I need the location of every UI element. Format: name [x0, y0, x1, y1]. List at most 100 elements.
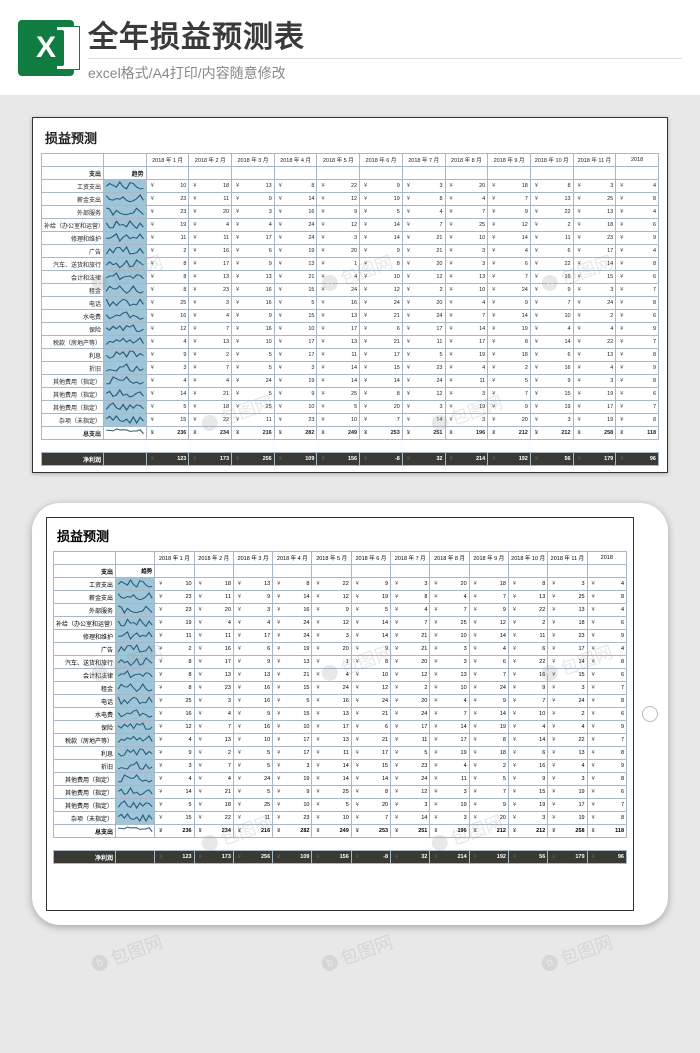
- value-cell: ¥4: [317, 271, 360, 284]
- value-cell: ¥20: [312, 643, 351, 656]
- value-cell: ¥7: [488, 271, 531, 284]
- sparkline-cell: [116, 643, 155, 656]
- value-cell: ¥7: [430, 708, 469, 721]
- table-row: 其他费用（指定）¥4¥4¥24¥19¥14¥14¥24¥11¥5¥9¥3¥8: [42, 375, 659, 388]
- value-cell: ¥9: [155, 747, 194, 760]
- value-cell: ¥13: [508, 591, 547, 604]
- value-cell: ¥4: [189, 375, 232, 388]
- value-cell: ¥18: [488, 180, 531, 193]
- table-row: 外部服务¥23¥20¥3¥16¥9¥5¥4¥7¥9¥22¥13¥4: [42, 206, 659, 219]
- trend-header: 趋势: [116, 565, 155, 578]
- value-cell: ¥20: [391, 656, 430, 669]
- value-cell: ¥6: [587, 786, 626, 799]
- value-cell: ¥24: [402, 375, 445, 388]
- value-cell: ¥18: [548, 617, 587, 630]
- value-cell: ¥13: [317, 310, 360, 323]
- excel-icon-letter: X: [28, 30, 64, 66]
- value-cell: ¥21: [351, 734, 390, 747]
- table-row: 会计和法律¥8¥13¥13¥21¥4¥10¥12¥13¥7¥16¥15¥6: [54, 669, 627, 682]
- sparkline-cell: [104, 219, 147, 232]
- value-cell: ¥9: [273, 786, 312, 799]
- sparkline-cell: [104, 284, 147, 297]
- value-cell: ¥24: [391, 773, 430, 786]
- value-cell: ¥3: [548, 578, 587, 591]
- value-cell: ¥17: [548, 799, 587, 812]
- value-cell: ¥14: [274, 193, 317, 206]
- row-label: 水电费: [54, 708, 116, 721]
- value-cell: ¥21: [351, 708, 390, 721]
- row-label: 修理和维护: [42, 232, 104, 245]
- value-cell: ¥13: [232, 271, 275, 284]
- section-label: 支出: [54, 565, 116, 578]
- value-cell: ¥19: [445, 349, 488, 362]
- value-cell: ¥11: [155, 630, 194, 643]
- value-cell: ¥23: [146, 206, 189, 219]
- value-cell: ¥20: [360, 401, 403, 414]
- value-cell: ¥14: [508, 734, 547, 747]
- value-cell: ¥8: [530, 180, 573, 193]
- value-cell: ¥5: [232, 388, 275, 401]
- value-cell: ¥24: [391, 708, 430, 721]
- value-cell: ¥5: [360, 206, 403, 219]
- table-row: 薪金支出¥23¥11¥9¥14¥12¥19¥8¥4¥7¥13¥25¥8: [42, 193, 659, 206]
- table-row: 修理和维护¥11¥11¥17¥24¥3¥14¥21¥10¥14¥11¥23¥9: [54, 630, 627, 643]
- value-cell: ¥3: [146, 362, 189, 375]
- value-cell: ¥14: [469, 630, 508, 643]
- value-cell: ¥9: [312, 604, 351, 617]
- value-cell: ¥13: [189, 336, 232, 349]
- table-row: 税款（房地产等）¥4¥13¥10¥17¥13¥21¥11¥17¥8¥14¥22¥…: [42, 336, 659, 349]
- table-row: 广告¥2¥16¥6¥19¥20¥9¥21¥3¥4¥6¥17¥4: [54, 643, 627, 656]
- value-cell: ¥19: [573, 414, 616, 427]
- value-cell: ¥17: [273, 747, 312, 760]
- row-label: 税款（房地产等）: [42, 336, 104, 349]
- value-cell: ¥19: [351, 591, 390, 604]
- value-cell: ¥11: [146, 232, 189, 245]
- row-label: 利息: [42, 349, 104, 362]
- sparkline-cell: [116, 591, 155, 604]
- value-cell: ¥10: [360, 271, 403, 284]
- value-cell: ¥4: [548, 760, 587, 773]
- value-cell: ¥5: [273, 695, 312, 708]
- value-cell: ¥20: [194, 604, 233, 617]
- excel-icon: X: [18, 20, 74, 76]
- value-cell: ¥8: [616, 414, 659, 427]
- value-cell: ¥3: [312, 630, 351, 643]
- value-cell: ¥3: [573, 180, 616, 193]
- value-cell: ¥16: [317, 297, 360, 310]
- value-cell: ¥9: [587, 630, 626, 643]
- value-cell: ¥4: [155, 734, 194, 747]
- value-cell: ¥19: [155, 617, 194, 630]
- value-cell: ¥22: [548, 734, 587, 747]
- value-cell: ¥3: [391, 578, 430, 591]
- value-cell: ¥25: [146, 297, 189, 310]
- value-cell: ¥24: [360, 297, 403, 310]
- value-cell: ¥13: [548, 604, 587, 617]
- value-cell: ¥2: [469, 760, 508, 773]
- value-cell: ¥11: [232, 414, 275, 427]
- value-cell: ¥14: [430, 721, 469, 734]
- value-cell: ¥3: [391, 799, 430, 812]
- value-cell: ¥24: [469, 682, 508, 695]
- row-label: 折旧: [54, 760, 116, 773]
- value-cell: ¥16: [530, 271, 573, 284]
- value-cell: ¥14: [530, 336, 573, 349]
- sparkline-cell: [104, 388, 147, 401]
- value-cell: ¥15: [351, 760, 390, 773]
- value-cell: ¥13: [194, 669, 233, 682]
- table-row: 其他费用（指定）¥14¥21¥5¥9¥25¥8¥12¥3¥7¥15¥19¥6: [42, 388, 659, 401]
- sparkline-cell: [104, 297, 147, 310]
- value-cell: ¥9: [616, 232, 659, 245]
- value-cell: ¥7: [587, 734, 626, 747]
- value-cell: ¥3: [573, 284, 616, 297]
- value-cell: ¥18: [469, 747, 508, 760]
- value-cell: ¥19: [360, 193, 403, 206]
- value-cell: ¥7: [469, 591, 508, 604]
- value-cell: ¥3: [430, 656, 469, 669]
- value-cell: ¥12: [488, 219, 531, 232]
- table-row: 电话¥25¥3¥16¥5¥16¥24¥20¥4¥9¥7¥24¥8: [54, 695, 627, 708]
- value-cell: ¥25: [312, 786, 351, 799]
- value-cell: ¥8: [155, 682, 194, 695]
- tablet-home-button: [642, 706, 658, 722]
- value-cell: ¥14: [155, 786, 194, 799]
- value-cell: ¥17: [573, 245, 616, 258]
